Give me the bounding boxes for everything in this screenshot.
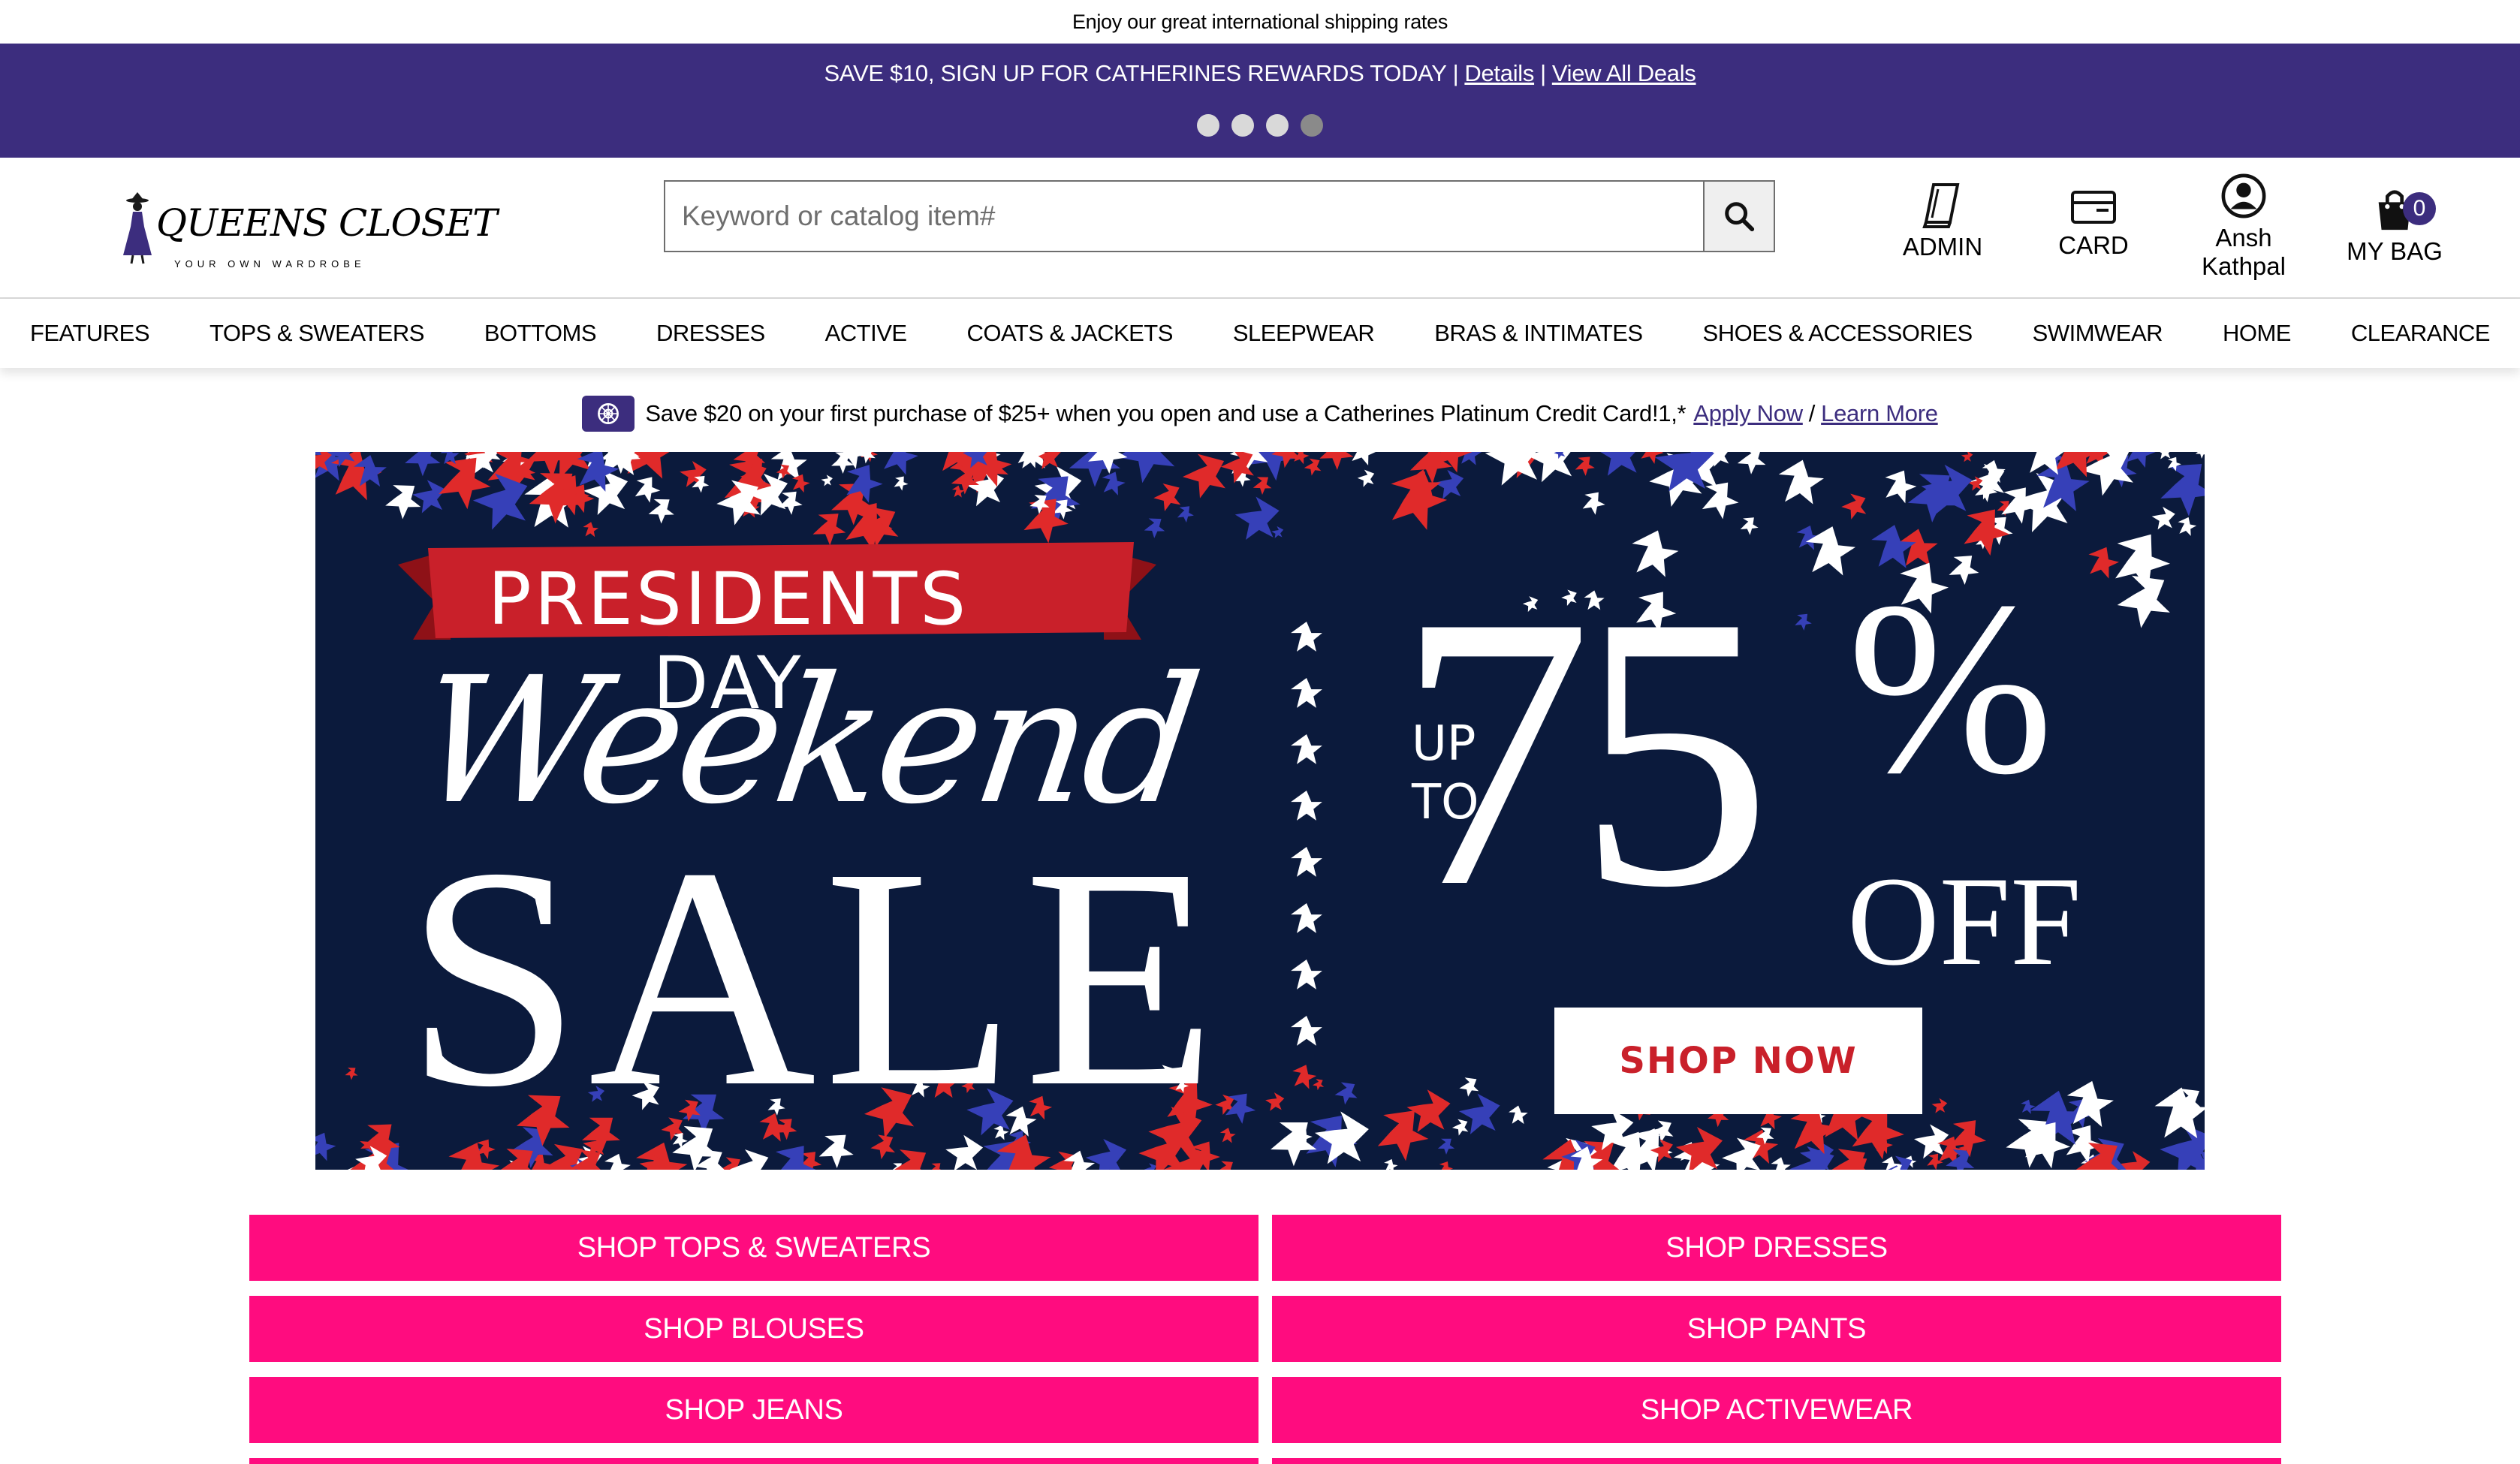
- search-icon: [1725, 202, 1755, 232]
- nav-item-sleepwear[interactable]: SLEEPWEAR: [1233, 320, 1375, 347]
- bag-count-badge: 0: [2403, 192, 2436, 225]
- learn-more-link[interactable]: Learn More: [1821, 400, 1938, 427]
- card-link[interactable]: CARD: [2030, 188, 2157, 260]
- deals-separator: |: [1540, 60, 1546, 86]
- carousel-dot[interactable]: [1266, 114, 1289, 137]
- hero-discount-number: 75: [1397, 536, 1772, 968]
- search-input[interactable]: [664, 180, 1705, 252]
- notebook-icon: [1922, 183, 1960, 228]
- search-button[interactable]: [1703, 180, 1775, 252]
- shop-now-button[interactable]: SHOP NOW: [1554, 1008, 1922, 1114]
- queen-figure-icon: [123, 192, 152, 264]
- promo-text: Save $20 on your first purchase of $25+ …: [645, 400, 1687, 426]
- shop-tops-sweaters-button[interactable]: SHOP TOPS & SWEATERS: [249, 1215, 1258, 1281]
- admin-label: ADMIN: [1902, 233, 1983, 261]
- announcement-text: Enjoy our great international shipping r…: [1072, 10, 1448, 33]
- account-link[interactable]: Ansh Kathpal: [2180, 173, 2307, 281]
- deals-separator: |: [1452, 60, 1459, 86]
- main-nav: FEATURES TOPS & SWEATERS BOTTOMS DRESSES…: [0, 299, 2520, 368]
- user-first-name: Ansh: [2215, 224, 2272, 252]
- credit-card-icon: [2071, 191, 2116, 224]
- site-header: QUEENS CLOSET YOUR OWN WARDROBE ADMIN CA…: [0, 158, 2520, 299]
- details-link[interactable]: Details: [1464, 60, 1534, 87]
- promo-separator: /: [1808, 400, 1816, 426]
- carousel-dot[interactable]: [1197, 114, 1219, 137]
- category-button-partial[interactable]: [249, 1458, 1258, 1464]
- category-button-partial[interactable]: [1272, 1458, 2281, 1464]
- nav-item-home[interactable]: HOME: [2223, 320, 2292, 347]
- deals-carousel: SAVE $10, SIGN UP FOR CATHERINES REWARDS…: [0, 44, 2520, 158]
- user-last-name: Kathpal: [2202, 252, 2286, 280]
- shop-blouses-button[interactable]: SHOP BLOUSES: [249, 1296, 1258, 1362]
- carousel-dots: [0, 114, 2520, 137]
- nav-item-coats-jackets[interactable]: COATS & JACKETS: [967, 320, 1174, 347]
- nav-item-features[interactable]: FEATURES: [30, 320, 150, 347]
- deals-message-row: SAVE $10, SIGN UP FOR CATHERINES REWARDS…: [0, 44, 2520, 104]
- hero-headline: SALE: [405, 803, 1224, 1152]
- card-label: CARD: [2058, 231, 2129, 259]
- hero-banner[interactable]: PRESIDENTS DAY Weekend SALE UP TO 75 % O…: [315, 452, 2205, 1170]
- nav-item-bottoms[interactable]: BOTTOMS: [484, 320, 597, 347]
- shop-dresses-button[interactable]: SHOP DRESSES: [1272, 1215, 2281, 1281]
- shop-activewear-button[interactable]: SHOP ACTIVEWEAR: [1272, 1377, 2281, 1443]
- site-logo[interactable]: QUEENS CLOSET YOUR OWN WARDROBE: [122, 191, 498, 272]
- hero-percent-sign: %: [1847, 551, 2054, 825]
- bag-label: MY BAG: [2347, 237, 2443, 265]
- admin-link[interactable]: ADMIN: [1879, 180, 2006, 261]
- deals-message: SAVE $10, SIGN UP FOR CATHERINES REWARDS…: [824, 60, 1447, 86]
- shop-jeans-button[interactable]: SHOP JEANS: [249, 1377, 1258, 1443]
- nav-item-tops-sweaters[interactable]: TOPS & SWEATERS: [209, 320, 424, 347]
- hero-off-text: OFF: [1847, 851, 2081, 992]
- nav-item-active[interactable]: ACTIVE: [825, 320, 907, 347]
- bag-link[interactable]: MY BAG: [2331, 186, 2458, 266]
- credit-card-promo: Save $20 on your first purchase of $25+ …: [0, 386, 2520, 441]
- apply-now-link[interactable]: Apply Now: [1693, 400, 1803, 427]
- nav-item-swimwear[interactable]: SWIMWEAR: [2033, 320, 2163, 347]
- shop-pants-button[interactable]: SHOP PANTS: [1272, 1296, 2281, 1362]
- announcement-bar: Enjoy our great international shipping r…: [0, 0, 2520, 44]
- nav-item-dresses[interactable]: DRESSES: [656, 320, 765, 347]
- carousel-dot[interactable]: [1231, 114, 1254, 137]
- carousel-dot-active[interactable]: [1301, 114, 1323, 137]
- search-bar: [664, 180, 1775, 252]
- nav-item-bras-intimates[interactable]: BRAS & INTIMATES: [1434, 320, 1643, 347]
- logo-wordmark: QUEENS CLOSET: [156, 201, 498, 245]
- platinum-card-icon: [582, 396, 635, 432]
- nav-item-shoes-accessories[interactable]: SHOES & ACCESSORIES: [1703, 320, 1973, 347]
- user-icon: [2221, 173, 2266, 218]
- logo-tagline: YOUR OWN WARDROBE: [174, 258, 366, 270]
- nav-item-clearance[interactable]: CLEARANCE: [2351, 320, 2491, 347]
- category-buttons: SHOP TOPS & SWEATERS SHOP DRESSES SHOP B…: [249, 1215, 2281, 1464]
- view-all-deals-link[interactable]: View All Deals: [1552, 60, 1696, 87]
